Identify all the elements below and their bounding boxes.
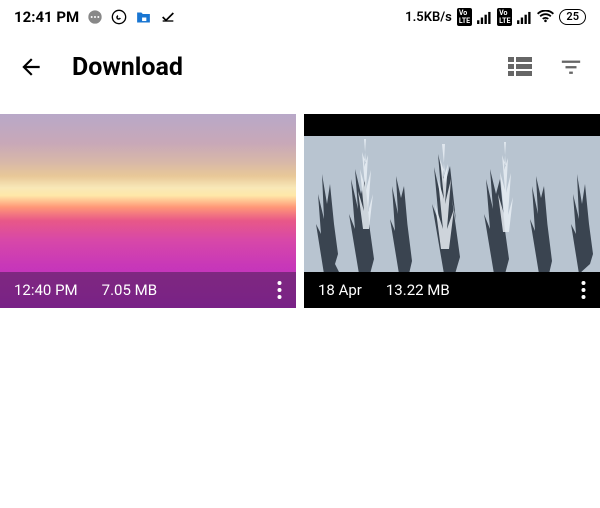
volte-badge-2: VoLTE (497, 8, 512, 26)
thumbnail-info-bar: 18 Apr 13.22 MB (304, 272, 600, 308)
video-thumbnail[interactable]: 12:40 PM 7.05 MB (0, 114, 296, 308)
folder-icon (135, 9, 152, 26)
more-vert-icon[interactable] (277, 281, 282, 299)
thumbnail-size: 7.05 MB (102, 281, 157, 299)
status-time: 12:41 PM (14, 8, 79, 26)
app-bar-actions (508, 56, 582, 78)
thumbnail-time: 12:40 PM (14, 281, 78, 299)
signal-icon-2 (517, 11, 532, 24)
status-bar: 12:41 PM 1.5KB/s VoLTE VoLTE 25 (0, 0, 600, 34)
volte-badge-1: VoLTE (457, 8, 472, 26)
wifi-icon (537, 10, 554, 24)
thumbnail-info-bar: 12:40 PM 7.05 MB (0, 272, 296, 308)
signal-icon-1 (477, 11, 492, 24)
battery-indicator: 25 (559, 9, 586, 25)
whatsapp-icon (111, 9, 127, 25)
view-list-icon[interactable] (508, 56, 532, 78)
thumbnail-size: 13.22 MB (386, 281, 450, 299)
notification-dots-icon (87, 9, 103, 25)
thumbnail-time: 18 Apr (318, 281, 362, 299)
data-rate: 1.5KB/s (405, 10, 452, 25)
more-vert-icon[interactable] (581, 281, 586, 299)
filter-icon[interactable] (560, 56, 582, 78)
checkmark-icon (160, 9, 176, 25)
gallery-grid: 12:40 PM 7.05 MB (0, 114, 600, 308)
status-left: 12:41 PM (14, 8, 176, 26)
back-arrow-icon[interactable] (18, 54, 44, 80)
status-right: 1.5KB/s VoLTE VoLTE 25 (405, 8, 586, 26)
page-title: Download (72, 53, 480, 82)
app-bar: Download (0, 34, 600, 100)
video-thumbnail[interactable]: 18 Apr 13.22 MB (304, 114, 600, 308)
